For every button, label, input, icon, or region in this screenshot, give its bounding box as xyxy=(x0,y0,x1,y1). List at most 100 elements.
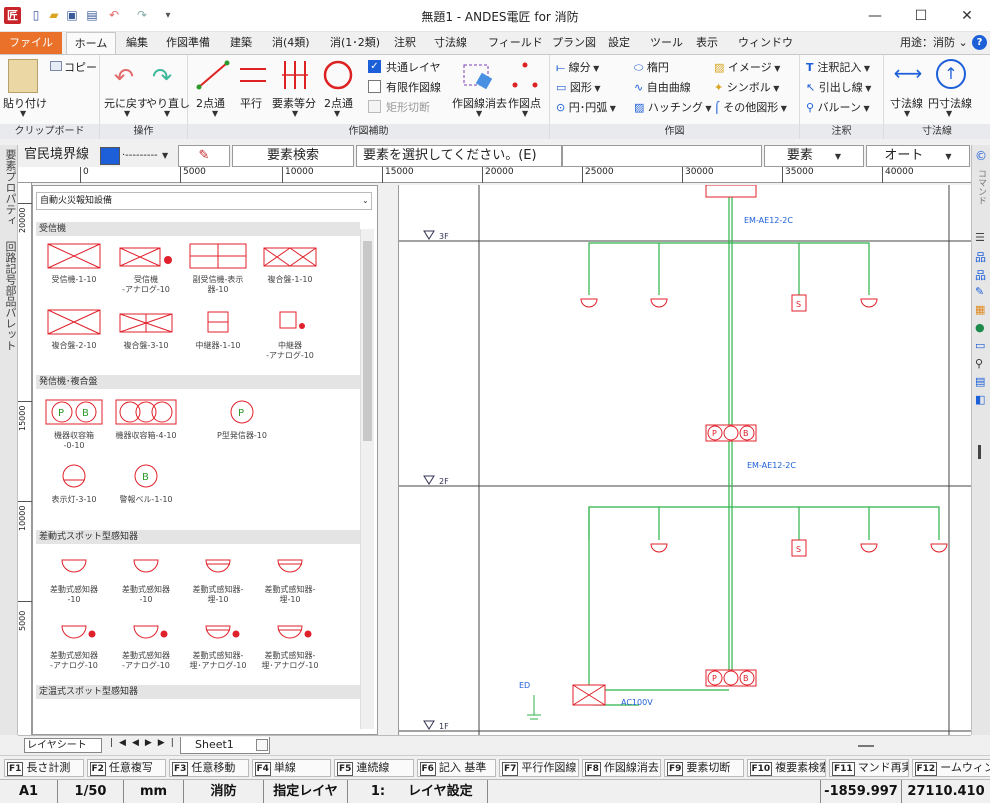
save-icon[interactable]: ▣ xyxy=(64,8,80,23)
tab-symbol-palette[interactable]: 回路記号部品パレット xyxy=(2,241,18,351)
symbol-button[interactable]: ✦ シンボル ▼ xyxy=(714,79,779,95)
command-tab[interactable]: コマンド xyxy=(975,169,988,205)
linetype-name[interactable]: 官民境界線 xyxy=(20,145,100,167)
customize-quick-access-icon[interactable]: ▾ xyxy=(160,8,176,23)
calculator-icon[interactable]: ▤ xyxy=(975,375,985,388)
function-key-f4[interactable]: F4単線 xyxy=(252,759,332,777)
undo-icon[interactable]: ↶ xyxy=(114,63,134,91)
palette-icon[interactable]: ▦ xyxy=(975,303,985,316)
rect-cut-checkbox[interactable] xyxy=(368,100,381,113)
file-menu[interactable]: ファイル xyxy=(0,32,62,54)
circle-arc-button[interactable]: ⊙ 円･円弧 ▼ xyxy=(556,99,616,115)
sheet-navigation[interactable]: |◀◀▶▶| xyxy=(110,738,180,748)
line-color-swatch[interactable] xyxy=(100,147,120,165)
function-key-f5[interactable]: F5連続線 xyxy=(334,759,414,777)
palette-symbol[interactable]: 複合盤-1-10 xyxy=(258,240,322,298)
palette-symbol[interactable]: PB機器収容箱 -0-10 xyxy=(42,396,106,454)
function-key-f9[interactable]: F9要素切断 xyxy=(664,759,744,777)
palette-symbol[interactable]: 差動式感知器 -10 xyxy=(114,550,178,608)
scrollbar-thumb[interactable] xyxy=(363,241,372,441)
image-button[interactable]: ▨ イメージ ▼ xyxy=(714,59,780,75)
parallel-button[interactable]: 平行 xyxy=(240,95,262,111)
network-icon[interactable]: 品 xyxy=(975,267,986,283)
balloon-button[interactable]: ⚲ バルーン ▼ xyxy=(806,99,870,115)
palette-symbol[interactable]: 機器収容箱-4-10 xyxy=(114,396,178,454)
shape-button[interactable]: ▭ 図形 ▼ xyxy=(556,79,601,95)
circle-dimension-icon[interactable]: ↑ xyxy=(936,59,966,89)
tab-dimension[interactable]: 寸法線 xyxy=(430,32,471,54)
function-key-f11[interactable]: F11マンド再実 xyxy=(829,759,909,777)
palette-symbol[interactable]: 差動式感知器 -10 xyxy=(42,550,106,608)
palette-symbol[interactable]: 複合盤-2-10 xyxy=(42,306,106,364)
function-key-f2[interactable]: F2任意複写 xyxy=(87,759,167,777)
copy-icon[interactable] xyxy=(50,61,62,71)
redo-icon[interactable]: ↷ xyxy=(152,63,172,91)
help-icon[interactable]: ? xyxy=(972,35,987,50)
function-key-f1[interactable]: F1長さ計測 xyxy=(4,759,84,777)
print-icon[interactable]: ▤ xyxy=(84,8,100,23)
layer-mode[interactable]: 指定レイヤ xyxy=(264,780,348,803)
palette-category-select[interactable]: 自動火災報知設備 xyxy=(36,192,372,210)
tab-fire-class4[interactable]: 消(4類) xyxy=(268,32,314,54)
circle-dimension-dropdown-icon[interactable]: ▼ xyxy=(946,109,952,118)
linetype-dropdown-icon[interactable]: ▼ xyxy=(162,151,168,160)
palette-symbol[interactable]: 差動式感知器- 埋-10 xyxy=(186,550,250,608)
two-point-line-icon[interactable] xyxy=(196,59,230,91)
hscroll-thumb[interactable] xyxy=(858,745,874,747)
zoom-icon[interactable]: ⚲ xyxy=(975,357,983,370)
tab-annotation[interactable]: 注釈 xyxy=(390,32,420,54)
palette-symbol[interactable]: 表示灯-3-10 xyxy=(42,460,106,518)
palette-select-dropdown-icon[interactable]: ⌄ xyxy=(362,196,369,205)
tab-plan[interactable]: プラン図 xyxy=(548,32,600,54)
palette-symbol[interactable]: 差動式感知器 -アナログ-10 xyxy=(114,616,178,674)
draw-point-icon[interactable] xyxy=(510,59,540,91)
redo-dropdown-icon[interactable]: ▼ xyxy=(164,109,170,118)
drawing-scale[interactable]: 1/50 xyxy=(58,780,124,803)
function-key-f7[interactable]: F7平行作図線 xyxy=(499,759,579,777)
palette-symbol[interactable]: 差動式感知器- 埋･アナログ-10 xyxy=(258,616,322,674)
free-curve-button[interactable]: ∿ 自由曲線 xyxy=(634,79,691,95)
pen-tool-icon[interactable]: ✎ xyxy=(975,285,984,298)
function-key-f6[interactable]: F6記入 基準 xyxy=(417,759,497,777)
function-key-f10[interactable]: F10複要素検索 xyxy=(747,759,827,777)
palette-symbol[interactable]: 差動式感知器- 埋-10 xyxy=(258,550,322,608)
tab-settings[interactable]: 設定 xyxy=(604,32,634,54)
element-search-button[interactable]: 要素検索 xyxy=(232,145,354,167)
palette-symbol[interactable]: 受信機-1-10 xyxy=(42,240,106,298)
common-layer-checkbox[interactable]: ✓ xyxy=(368,60,381,73)
palette-scrollbar[interactable] xyxy=(360,229,374,729)
other-shape-button[interactable]: ⌠ その他図形 ▼ xyxy=(714,99,787,115)
undo-dropdown-icon[interactable]: ▼ xyxy=(124,109,130,118)
palette-symbol[interactable]: 複合盤-3-10 xyxy=(114,306,178,364)
dimension-dropdown-icon[interactable]: ▼ xyxy=(904,109,910,118)
paste-icon[interactable] xyxy=(8,59,38,93)
two-point-circle-icon[interactable] xyxy=(322,59,354,91)
line-pattern[interactable]: ·--------- xyxy=(122,145,162,167)
tab-element-properties[interactable]: 要素プロパティ xyxy=(2,149,18,226)
limited-draw-checkbox[interactable] xyxy=(368,80,381,93)
redo-quick-icon[interactable]: ↷ xyxy=(134,8,150,23)
tab-architecture[interactable]: 建築 xyxy=(226,32,256,54)
hatching-button[interactable]: ▨ ハッチング ▼ xyxy=(634,99,712,115)
layer-setting-button[interactable]: レイヤ設定 xyxy=(408,780,488,803)
palette-symbol[interactable]: 受信機 -アナログ-10 xyxy=(114,240,178,298)
palette-symbol[interactable]: 差動式感知器- 埋･アナログ-10 xyxy=(186,616,250,674)
drawing-canvas[interactable]: 3F 2F 1F xyxy=(398,185,971,735)
function-key-f12[interactable]: F12ームウィンド xyxy=(912,759,990,777)
snap-mode-select[interactable]: オート▼ xyxy=(866,145,970,167)
palette-symbol[interactable]: PP型発信器-10 xyxy=(210,396,274,454)
panel-splitter[interactable] xyxy=(378,185,398,735)
erase-draw-line-icon[interactable] xyxy=(460,59,494,91)
tab-view[interactable]: 表示 xyxy=(692,32,722,54)
globe-icon[interactable]: ● xyxy=(975,321,985,334)
tab-tools[interactable]: ツール xyxy=(646,32,687,54)
equal-divide-icon[interactable] xyxy=(280,59,310,91)
tab-home[interactable]: ホーム xyxy=(66,32,116,55)
copy-button[interactable]: コピー xyxy=(64,59,97,75)
two-point-dropdown-icon[interactable]: ▼ xyxy=(212,109,218,118)
command-icon[interactable]: © xyxy=(975,149,987,163)
unit-display[interactable]: mm xyxy=(124,780,184,803)
element-mode-select[interactable]: 要素▼ xyxy=(764,145,864,167)
close-button[interactable]: ✕ xyxy=(944,0,990,32)
circle-dropdown-icon[interactable]: ▼ xyxy=(334,109,340,118)
